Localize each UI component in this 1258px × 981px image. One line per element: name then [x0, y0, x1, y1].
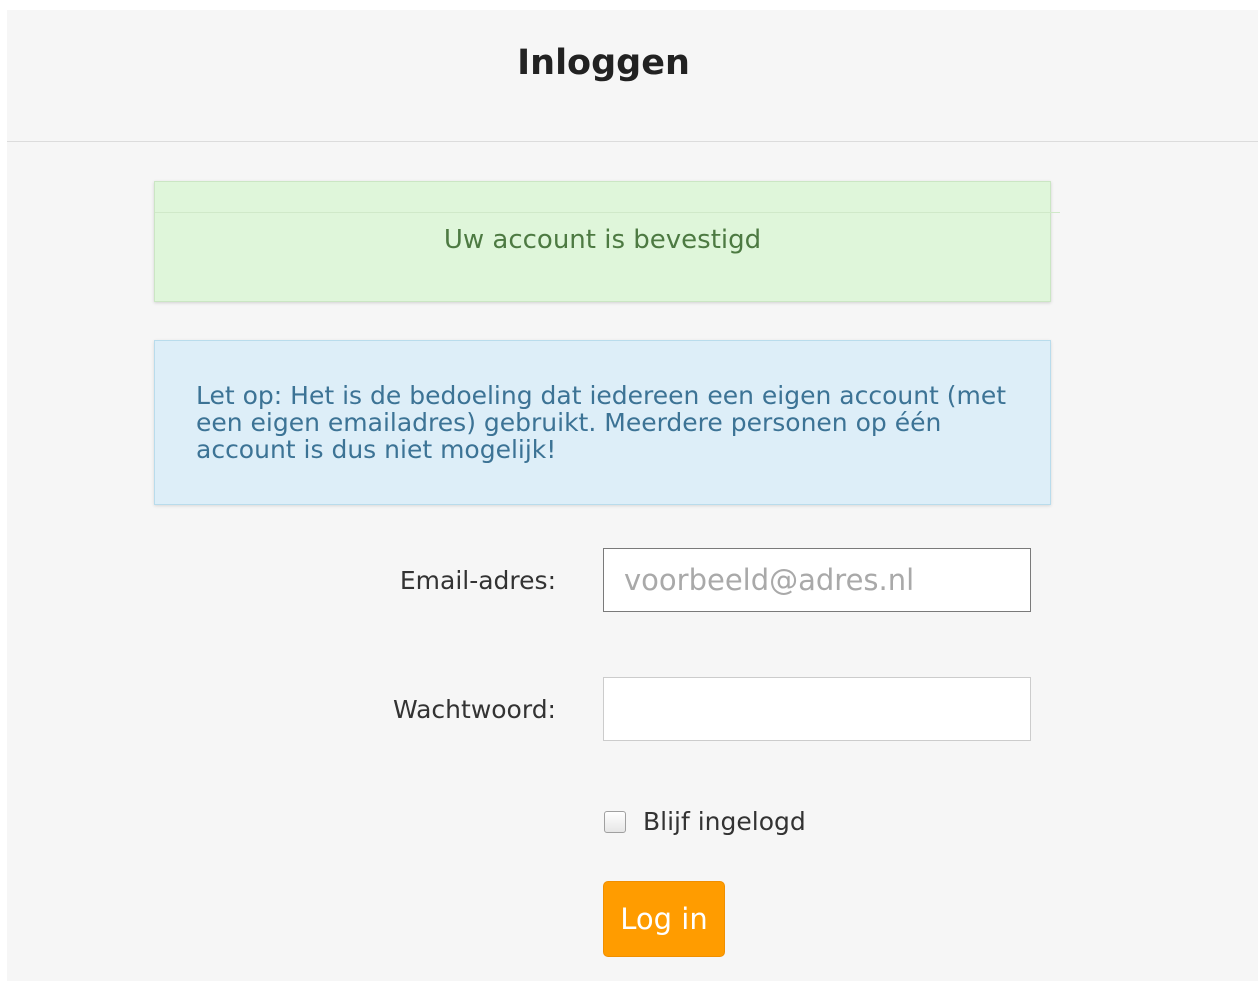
success-message: Uw account is bevestigd	[443, 225, 762, 255]
password-label: Wachtwoord:	[392, 695, 556, 724]
login-page: Inloggen Uw account is bevestigd Let op:…	[7, 10, 1258, 981]
info-alert: Let op: Het is de bedoeling dat iedereen…	[154, 340, 1051, 505]
login-button[interactable]: Log in	[603, 881, 725, 957]
success-alert: Uw account is bevestigd	[154, 181, 1060, 302]
alert-divider	[155, 212, 1060, 213]
remember-checkbox[interactable]	[604, 811, 626, 833]
page-header: Inloggen	[7, 10, 1258, 142]
page-title: Inloggen	[517, 43, 690, 83]
email-input[interactable]	[603, 548, 1031, 612]
email-label: Email-adres:	[399, 566, 556, 595]
password-input[interactable]	[603, 677, 1031, 741]
remember-me[interactable]: Blijf ingelogd	[604, 805, 806, 839]
info-message: Let op: Het is de bedoeling dat iedereen…	[196, 381, 1007, 464]
remember-label[interactable]: Blijf ingelogd	[643, 805, 806, 839]
